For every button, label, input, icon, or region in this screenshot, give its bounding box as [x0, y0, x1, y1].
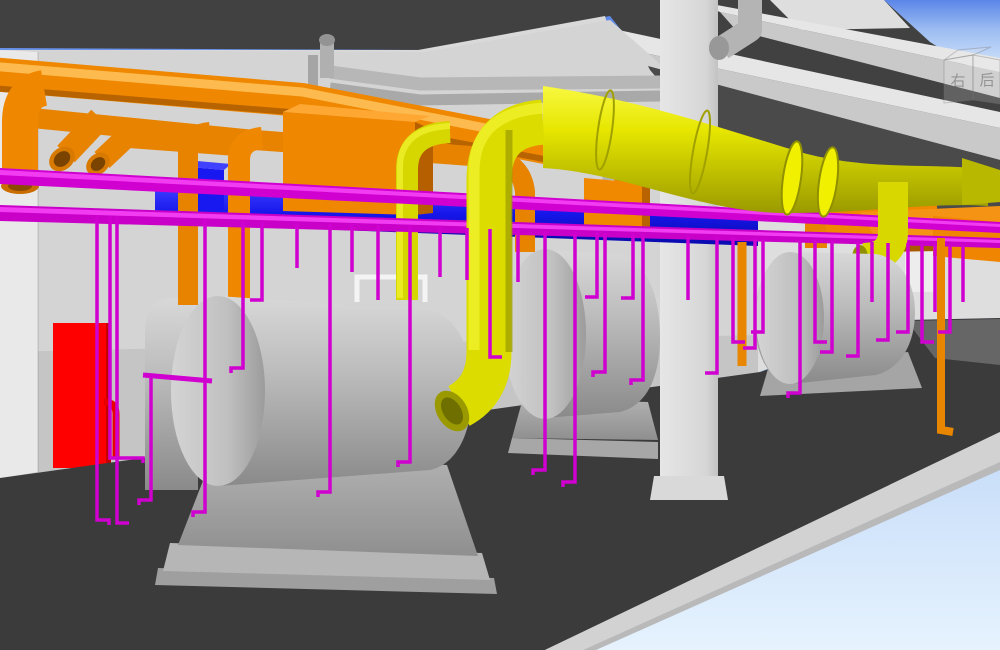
tank-2: [504, 249, 660, 459]
model-viewport[interactable]: 右 后: [0, 0, 1000, 650]
scene-canvas[interactable]: 右 后: [0, 0, 1000, 650]
view-cube-left-label[interactable]: 右: [950, 73, 965, 90]
column-foot: [650, 476, 728, 500]
view-cube-right-label[interactable]: 后: [979, 72, 994, 89]
tank-1-endcap: [171, 296, 265, 486]
fire-door: [53, 323, 116, 468]
tank-3: [755, 252, 922, 396]
